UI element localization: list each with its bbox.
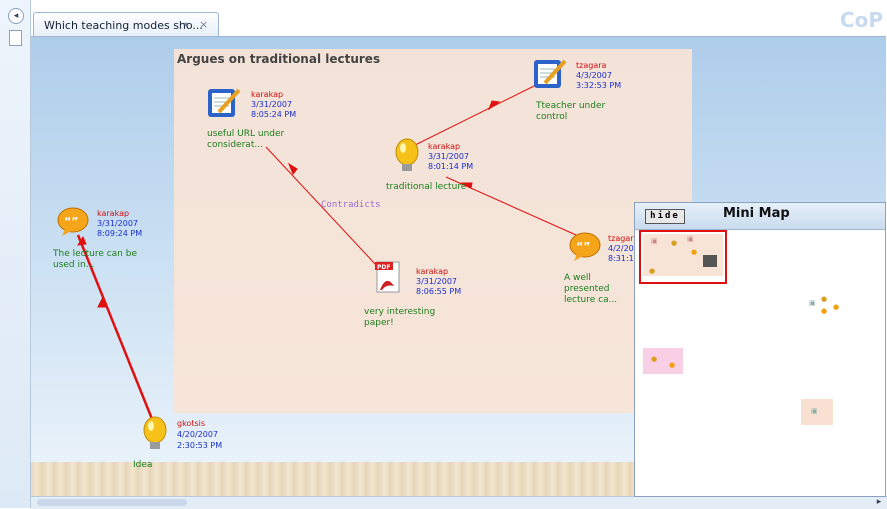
scroll-right-icon[interactable]: ▸	[873, 497, 885, 508]
arrowhead-icon	[487, 100, 501, 111]
node-time: 8:05:24 PM	[251, 110, 297, 119]
node-label: Idea	[133, 460, 153, 470]
scrollbar-thumb[interactable]	[37, 499, 187, 506]
lightbulb-icon[interactable]	[393, 137, 425, 177]
close-icon[interactable]: ×	[199, 18, 208, 31]
lightbulb-icon[interactable]	[141, 415, 173, 455]
mini-map-viewport[interactable]	[639, 230, 727, 284]
svg-text:“”: “”	[576, 240, 590, 253]
horizontal-scrollbar[interactable]: ▸	[31, 496, 887, 509]
node-date: 3/31/2007	[97, 219, 139, 228]
node-user: karakap	[416, 267, 449, 276]
svg-text:PDF: PDF	[377, 264, 390, 271]
mini-node-icon: ●	[651, 355, 658, 363]
left-toolbar: ◂	[0, 0, 31, 508]
hide-button[interactable]: hide	[645, 209, 685, 224]
quote-bubble-icon[interactable]: “”	[56, 207, 92, 237]
tab-map[interactable]: Which teaching modes sho... ▾ ×	[33, 12, 219, 37]
mini-node-icon: ●	[821, 307, 828, 315]
mini-node-icon: ●	[833, 303, 840, 311]
node-user: tzagara	[576, 61, 607, 70]
chevron-down-icon[interactable]: ▾	[184, 20, 188, 29]
pdf-icon[interactable]: PDF	[374, 260, 406, 298]
node-time: 8:09:24 PM	[97, 229, 143, 238]
mini-map-panel[interactable]: hide Mini Map ▣ ● ▣ ● ● ▣ ● ● ● ● ● ▣	[634, 202, 886, 497]
node-user: gkotsis	[177, 419, 206, 428]
link-label-contradicts: Contradicts	[321, 200, 381, 210]
mini-node-icon: ●	[821, 295, 828, 303]
node-label: traditional lecture	[386, 182, 467, 192]
node-date: 3/31/2007	[416, 277, 458, 286]
notepad-icon[interactable]	[205, 84, 245, 120]
node-time: 3:32:53 PM	[576, 81, 622, 90]
svg-text:“”: “”	[64, 215, 78, 228]
tab-title: Which teaching modes sho...	[44, 19, 203, 32]
node-date: 3/31/2007	[251, 100, 293, 109]
node-time: 2:30:53 PM	[177, 441, 223, 450]
node-label: The lecture can be used in...	[53, 249, 137, 270]
document-icon[interactable]	[9, 30, 22, 46]
node-date: 3/31/2007	[428, 152, 470, 161]
collapse-icon[interactable]: ◂	[8, 8, 24, 24]
mini-map-header: hide Mini Map	[635, 203, 885, 230]
node-date: 4/3/2007	[576, 71, 612, 80]
node-label: useful URL under considerat...	[207, 129, 285, 150]
mini-node-icon: ▣	[811, 407, 818, 415]
node-user: karakap	[97, 209, 130, 218]
app-logo: CoP	[839, 8, 883, 32]
node-time: 8:01:14 PM	[428, 162, 474, 171]
node-label: A well presented lecture ca...	[564, 273, 618, 305]
node-user: karakap	[251, 90, 284, 99]
node-time: 8:06:55 PM	[416, 287, 462, 296]
node-user: karakap	[428, 142, 461, 151]
node-label: very interesting paper!	[364, 307, 436, 328]
notepad-icon[interactable]	[531, 55, 571, 91]
node-label: Tteacher under control	[536, 101, 606, 122]
quote-bubble-icon[interactable]: “”	[568, 232, 604, 262]
node-date: 4/20/2007	[177, 430, 219, 439]
mini-map-title: Mini Map	[723, 206, 790, 221]
mini-node-icon: ●	[669, 361, 676, 369]
mini-node-icon: ▣	[809, 299, 816, 307]
mini-map-group	[643, 348, 683, 374]
